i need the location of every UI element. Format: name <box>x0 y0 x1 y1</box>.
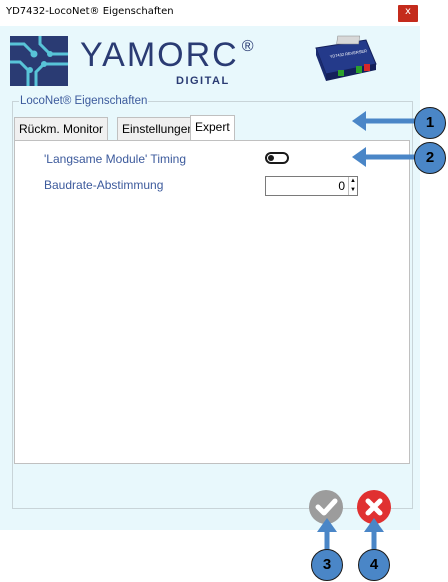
toggle-knob <box>268 155 274 161</box>
stepper-up-icon[interactable]: ▲ <box>349 177 357 186</box>
baudrate-tuning-input[interactable] <box>266 177 348 195</box>
callout-4: 4 <box>358 549 390 581</box>
callout-1: 1 <box>414 107 446 139</box>
baudrate-tuning-label: Baudrate-Abstimmung <box>44 178 164 192</box>
brand-name: YAMORC ® <box>80 36 256 75</box>
slow-modules-timing-label: 'Langsame Module' Timing <box>44 152 186 166</box>
baudrate-tuning-stepper: ▲ ▼ <box>265 176 358 196</box>
tab-feedback-monitor[interactable]: Rückm. Monitor <box>14 117 109 140</box>
callout-3: 3 <box>311 549 343 581</box>
callout-2: 2 <box>414 142 446 174</box>
window-close-button[interactable]: x <box>398 5 418 22</box>
callout-arrow-1 <box>352 111 418 131</box>
yamorc-logo-mark <box>10 36 68 86</box>
registered-mark: ® <box>241 38 256 55</box>
stepper-down-icon[interactable]: ▼ <box>349 186 357 195</box>
slow-modules-timing-toggle[interactable] <box>265 152 289 164</box>
window-title: YD7432-LocoNet® Eigenschaften <box>6 6 174 17</box>
title-bar: YD7432-LocoNet® Eigenschaften x <box>0 0 420 26</box>
callout-arrow-4 <box>364 518 384 552</box>
tab-settings[interactable]: Einstellungen <box>117 117 200 140</box>
group-legend: LocoNet® Eigenschaften <box>19 95 149 107</box>
stepper-arrows: ▲ ▼ <box>348 177 357 195</box>
close-icon: x <box>405 6 411 17</box>
device-image: YD7432 REVERSER <box>315 35 377 81</box>
brand-text: YAMORC <box>80 36 239 74</box>
callout-arrow-3 <box>317 518 337 552</box>
brand-subtitle: DIGITAL <box>176 75 230 87</box>
callout-arrow-2 <box>352 147 418 167</box>
tab-expert[interactable]: Expert <box>190 115 235 142</box>
